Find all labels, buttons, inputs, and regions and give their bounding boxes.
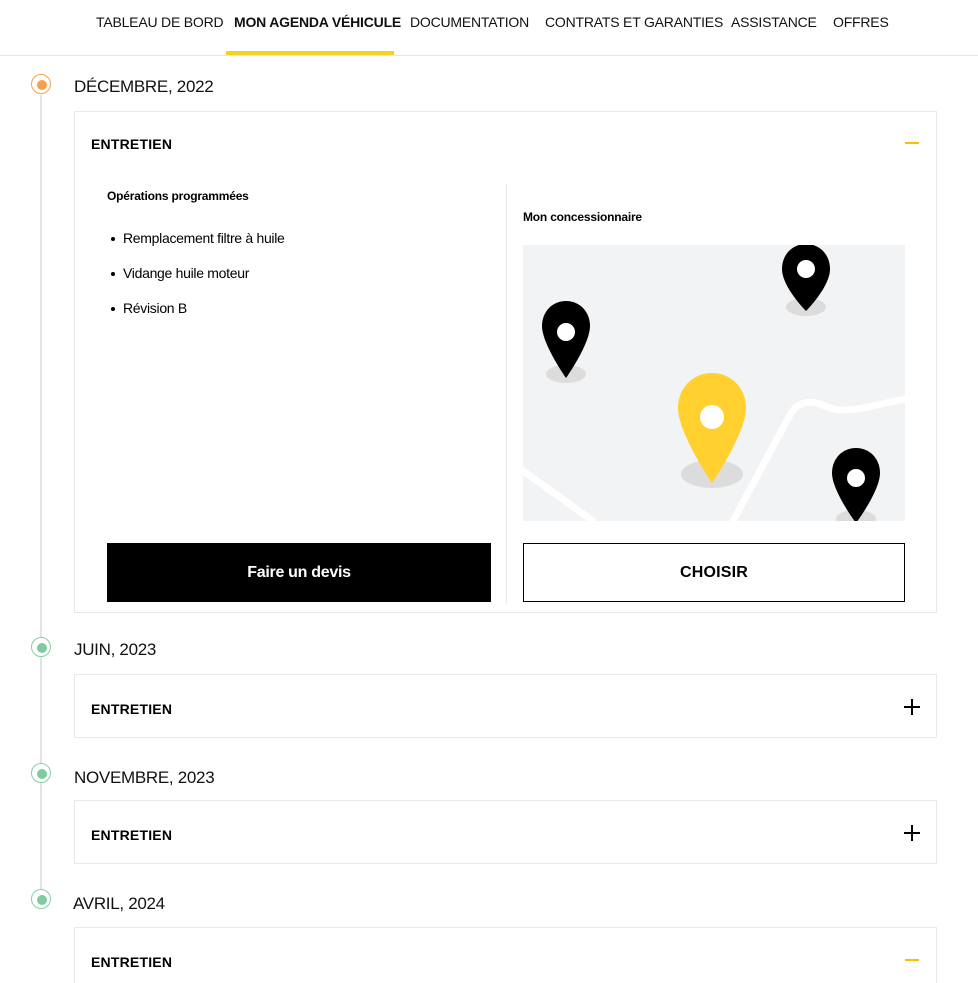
timeline-month: AVRIL, 2024 — [73, 894, 165, 913]
dealer-title: Mon concessionnaire — [523, 210, 642, 224]
nav-tab-contrats-et-garanties[interactable]: CONTRATS ET GARANTIES — [545, 0, 723, 56]
timeline-month: DÉCEMBRE, 2022 — [74, 77, 214, 96]
collapse-icon[interactable] — [904, 952, 920, 968]
map-road — [729, 395, 905, 521]
list-item: Vidange huile moteur — [111, 265, 285, 300]
map-pin-icon[interactable] — [782, 245, 830, 316]
timeline-month: JUIN, 2023 — [74, 640, 157, 659]
nav-tab-documentation[interactable]: DOCUMENTATION — [410, 0, 529, 56]
card-title: ENTRETIEN — [91, 701, 173, 717]
active-tab-indicator — [226, 51, 394, 55]
card-title: ENTRETIEN — [91, 954, 173, 970]
top-navigation: TABLEAU DE BORD MON AGENDA VÉHICULE DOCU… — [0, 0, 978, 56]
column-divider — [506, 184, 507, 604]
choose-dealer-button[interactable]: CHOISIR — [523, 543, 905, 602]
timeline-status-dot — [31, 637, 51, 657]
maintenance-card: ENTRETIEN Opérations programmées Remplac… — [74, 111, 937, 613]
timeline-status-dot — [31, 763, 51, 783]
timeline-month: NOVEMBRE, 2023 — [74, 768, 215, 787]
nav-tab-mon-agenda-vehicule[interactable]: MON AGENDA VÉHICULE — [234, 0, 401, 56]
quote-button[interactable]: Faire un devis — [107, 543, 491, 602]
card-title: ENTRETIEN — [91, 136, 173, 152]
operations-list: Remplacement filtre à huile Vidange huil… — [111, 230, 285, 335]
maintenance-card[interactable]: ENTRETIEN — [74, 800, 937, 864]
maintenance-card[interactable]: ENTRETIEN — [74, 674, 937, 738]
operations-title: Opérations programmées — [107, 189, 249, 203]
map-illustration — [523, 245, 905, 521]
list-item: Révision B — [111, 300, 285, 335]
list-item: Remplacement filtre à huile — [111, 230, 285, 265]
card-title: ENTRETIEN — [91, 827, 173, 843]
map-pin-icon[interactable] — [832, 448, 880, 521]
expand-icon[interactable] — [904, 699, 920, 715]
timeline-status-dot — [31, 74, 51, 94]
map-road — [523, 467, 597, 521]
dealer-location-pin-icon[interactable] — [678, 373, 746, 488]
expand-icon[interactable] — [904, 825, 920, 841]
timeline-status-dot — [31, 889, 51, 909]
nav-tab-offres[interactable]: OFFRES — [833, 0, 889, 56]
collapse-icon[interactable] — [904, 135, 920, 151]
maintenance-card: ENTRETIEN — [74, 927, 937, 983]
map-pin-icon[interactable] — [542, 301, 590, 383]
nav-tab-tableau-de-bord[interactable]: TABLEAU DE BORD — [96, 0, 224, 56]
dealer-map[interactable] — [523, 245, 905, 521]
nav-tab-assistance[interactable]: ASSISTANCE — [731, 0, 817, 56]
